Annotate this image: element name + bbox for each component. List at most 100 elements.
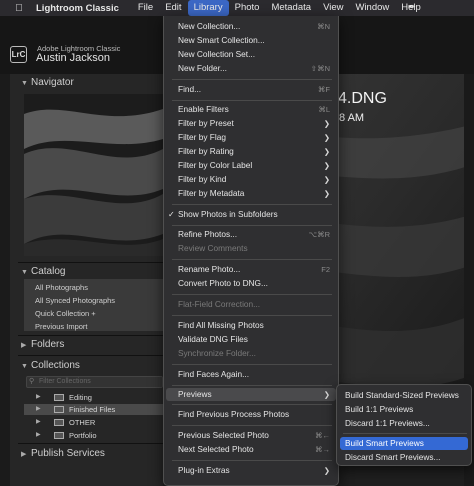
collection-row-editing[interactable]: ▶ Editing xyxy=(24,392,163,403)
menu-item-filter-by-color-label[interactable]: Filter by Color Label ❯ xyxy=(166,159,336,172)
menu-separator xyxy=(172,315,332,316)
library-dropdown-menu: New Collection... ⌘N New Smart Collection… xyxy=(163,16,339,486)
triangle-down-icon: ▼ xyxy=(21,363,28,370)
collection-set-icon xyxy=(54,432,64,439)
collection-label: Portfolio xyxy=(69,431,97,440)
menu-item-new-collection-set[interactable]: New Collection Set... xyxy=(166,48,336,61)
menu-item-filter-by-rating[interactable]: Filter by Rating ❯ xyxy=(166,145,336,158)
catalog-item[interactable]: All Synced Photographs xyxy=(35,296,115,305)
menu-item-find-previous-process-photos[interactable]: Find Previous Process Photos xyxy=(166,408,336,421)
menu-item-validate-dng-files[interactable]: Validate DNG Files xyxy=(166,333,336,346)
collections-filter-input[interactable]: ⚲ Filter Collections xyxy=(26,376,163,388)
collections-header[interactable]: ▼ Collections xyxy=(21,360,80,371)
submenu-item-discard-smart-previews[interactable]: Discard Smart Previews... xyxy=(340,451,468,464)
menu-item-convert-photo-to-dng[interactable]: Convert Photo to DNG... xyxy=(166,277,336,290)
menu-separator xyxy=(172,294,332,295)
menu-separator xyxy=(172,425,332,426)
menu-item-new-folder[interactable]: New Folder... ⇧⌘N xyxy=(166,62,336,75)
collections-filter-placeholder: Filter Collections xyxy=(39,378,91,385)
catalog-item[interactable]: Previous Import xyxy=(35,322,88,331)
publish-services-header[interactable]: ▶ Publish Services xyxy=(21,448,105,459)
menu-item-filter-by-kind[interactable]: Filter by Kind ❯ xyxy=(166,173,336,186)
navigator-preview[interactable] xyxy=(24,94,163,256)
menu-item-synchronize-folder[interactable]: Synchronize Folder... xyxy=(166,347,336,360)
menu-item-rename-photo[interactable]: Rename Photo... F2 xyxy=(166,263,336,276)
menu-separator xyxy=(172,79,332,80)
menu-item-filter-by-flag[interactable]: Filter by Flag ❯ xyxy=(166,131,336,144)
catalog-header[interactable]: ▼ Catalog xyxy=(21,266,65,277)
catalog-item[interactable]: Quick Collection + xyxy=(35,309,96,318)
collection-row-finished-files[interactable]: ▶ Finished Files xyxy=(24,404,163,415)
menu-item-show-photos-in-subfolders[interactable]: ✓ Show Photos in Subfolders xyxy=(166,208,336,221)
divider xyxy=(18,262,163,263)
menu-item-new-smart-collection[interactable]: New Smart Collection... xyxy=(166,34,336,47)
menu-separator xyxy=(172,204,332,205)
menu-view[interactable]: View xyxy=(317,0,349,16)
menu-edit[interactable]: Edit xyxy=(159,0,187,16)
menu-separator xyxy=(172,100,332,101)
previews-submenu: Build Standard-Sized Previews Build 1:1 … xyxy=(336,384,472,466)
triangle-right-icon: ▶ xyxy=(21,451,27,458)
menu-item-flat-field-correction[interactable]: Flat-Field Correction... xyxy=(166,298,336,311)
menu-item-filter-by-preset[interactable]: Filter by Preset ❯ xyxy=(166,117,336,130)
collection-row-other[interactable]: ▶ OTHER xyxy=(24,417,163,428)
search-icon: ⚲ xyxy=(29,378,35,385)
menu-item-find-all-missing-photos[interactable]: Find All Missing Photos xyxy=(166,319,336,332)
navigator-header[interactable]: ▼ Navigator xyxy=(21,77,74,88)
mac-menu-bar:  Lightroom Classic File Edit Library Ph… xyxy=(0,0,474,16)
menu-item-find-faces-again[interactable]: Find Faces Again... xyxy=(166,368,336,381)
menu-separator xyxy=(172,364,332,365)
menu-item-refine-photos[interactable]: Refine Photos... ⌥⌘R xyxy=(166,228,336,241)
catalog-item[interactable]: All Photographs xyxy=(35,283,88,292)
photo-time: 8 AM xyxy=(339,112,365,124)
collection-set-icon xyxy=(54,394,64,401)
app-menu[interactable]: Lightroom Classic xyxy=(36,3,119,14)
menu-separator xyxy=(172,460,332,461)
menu-photo[interactable]: Photo xyxy=(229,0,266,16)
menu-window[interactable]: Window xyxy=(349,0,395,16)
triangle-right-icon: ▶ xyxy=(36,432,41,438)
photo-filename: 4.DNG xyxy=(338,90,387,107)
chevron-right-icon: ❯ xyxy=(323,133,330,142)
submenu-item-build-standard-previews[interactable]: Build Standard-Sized Previews xyxy=(340,389,468,402)
menu-item-previews[interactable]: Previews ❯ xyxy=(166,388,336,401)
checkmark-icon: ✓ xyxy=(168,210,175,219)
submenu-item-discard-1-1-previews[interactable]: Discard 1:1 Previews... xyxy=(340,417,468,430)
menu-item-new-collection[interactable]: New Collection... ⌘N xyxy=(166,20,336,33)
pen-nib-icon[interactable]: ✒ xyxy=(408,2,416,13)
menu-item-review-comments[interactable]: Review Comments xyxy=(166,242,336,255)
menu-separator xyxy=(343,433,467,434)
collection-label: Finished Files xyxy=(69,405,116,414)
chevron-right-icon: ❯ xyxy=(323,175,330,184)
menu-item-enable-filters[interactable]: Enable Filters ⌘L xyxy=(166,103,336,116)
collection-label: OTHER xyxy=(69,418,96,427)
menu-separator xyxy=(172,404,332,405)
collection-row-portfolio[interactable]: ▶ Portfolio xyxy=(24,430,163,441)
triangle-right-icon: ▶ xyxy=(21,342,27,349)
user-name: Austin Jackson xyxy=(36,52,110,64)
menu-separator xyxy=(172,259,332,260)
lrc-logo: LrC xyxy=(10,46,27,63)
menu-item-find[interactable]: Find... ⌘F xyxy=(166,83,336,96)
folders-header[interactable]: ▶ Folders xyxy=(21,339,64,350)
menu-metadata[interactable]: Metadata xyxy=(265,0,317,16)
chevron-right-icon: ❯ xyxy=(323,189,330,198)
chevron-right-icon: ❯ xyxy=(323,466,330,475)
menu-item-previous-selected-photo[interactable]: Previous Selected Photo ⌘← xyxy=(166,429,336,442)
submenu-item-build-smart-previews[interactable]: Build Smart Previews xyxy=(340,437,468,450)
menu-item-next-selected-photo[interactable]: Next Selected Photo ⌘→ xyxy=(166,443,336,456)
menu-library[interactable]: Library xyxy=(187,0,229,16)
divider xyxy=(18,355,163,356)
divider xyxy=(18,335,163,336)
submenu-item-build-1-1-previews[interactable]: Build 1:1 Previews xyxy=(340,403,468,416)
left-panel-edge xyxy=(0,74,10,486)
chevron-right-icon: ❯ xyxy=(323,147,330,156)
chevron-right-icon: ❯ xyxy=(323,161,330,170)
menu-item-plug-in-extras[interactable]: Plug-in Extras ❯ xyxy=(166,464,336,477)
menu-item-filter-by-metadata[interactable]: Filter by Metadata ❯ xyxy=(166,187,336,200)
menu-separator xyxy=(172,385,332,386)
apple-icon[interactable]:  xyxy=(12,3,26,14)
chevron-right-icon: ❯ xyxy=(323,390,330,399)
menu-separator xyxy=(172,225,332,226)
menu-file[interactable]: File xyxy=(132,0,159,16)
